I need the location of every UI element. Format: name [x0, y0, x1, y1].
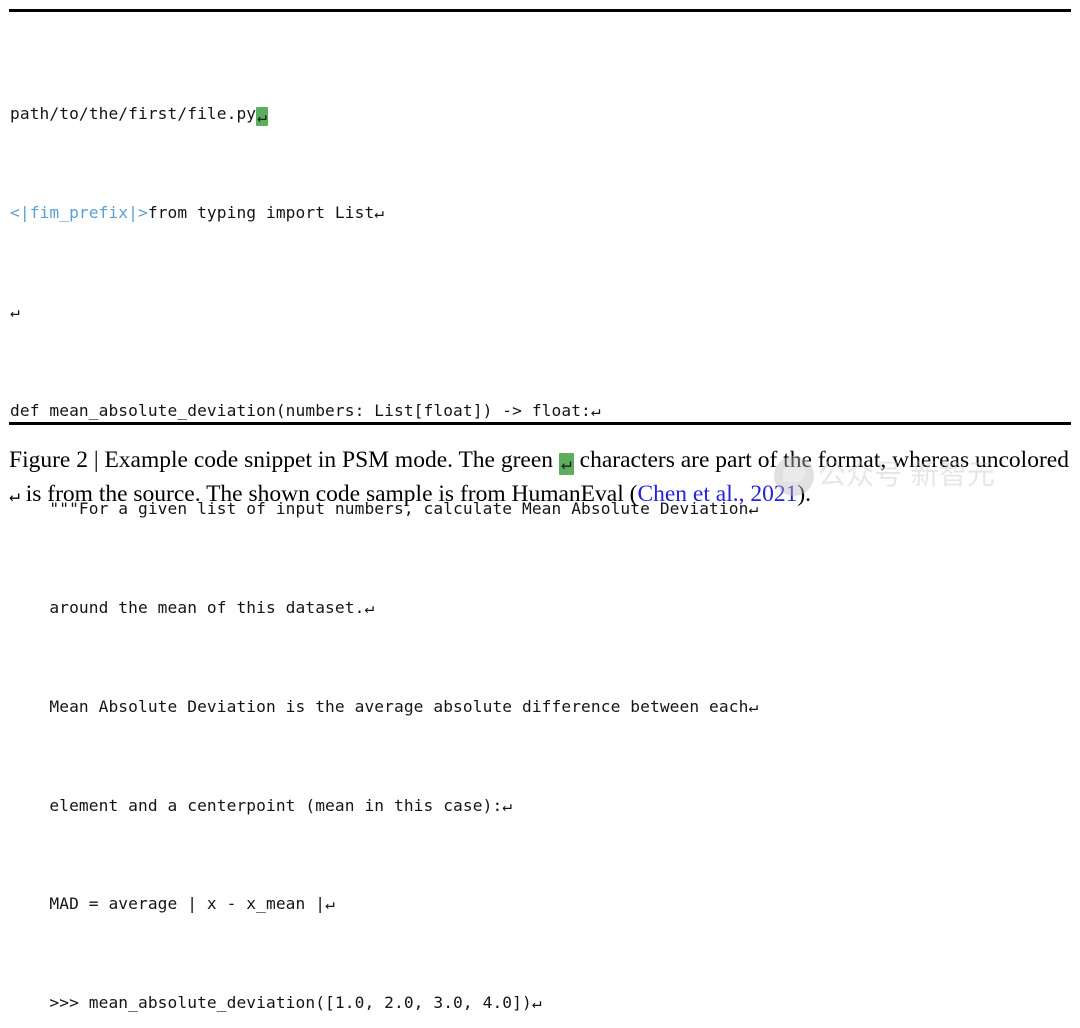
caption-part-2: characters are part of the format, where…	[573, 447, 1069, 473]
source-newline-glyph: ↵	[10, 301, 20, 321]
code-line-10: >>> mean_absolute_deviation([1.0, 2.0, 3…	[10, 991, 1072, 1016]
figure-bottom-rule	[9, 422, 1071, 425]
code-line-1: path/to/the/first/file.py↵	[10, 102, 1072, 127]
code-line-4-text: def mean_absolute_deviation(numbers: Lis…	[10, 400, 591, 420]
caption-format-newline-glyph: ↵	[558, 453, 574, 475]
code-line-10-text: >>> mean_absolute_deviation([1.0, 2.0, 3…	[10, 993, 532, 1013]
caption-part-3: is from the source. The shown code sampl…	[19, 480, 638, 507]
code-line-7-text: Mean Absolute Deviation is the average a…	[10, 696, 749, 716]
figure-2-block: path/to/the/first/file.py↵ <|fim_prefix|…	[0, 0, 1080, 1012]
source-newline-glyph: ↵	[748, 696, 759, 716]
code-line-6-text: around the mean of this dataset.	[10, 598, 365, 618]
code-line-2: <|fim_prefix|>from typing import List↵	[10, 201, 1072, 226]
code-listing: path/to/the/first/file.py↵ <|fim_prefix|…	[10, 28, 1072, 1028]
citation-link-chen-2021[interactable]: Chen et al., 2021	[637, 481, 797, 507]
code-line-1-text: path/to/the/first/file.py	[10, 104, 257, 124]
source-newline-glyph: ↵	[502, 795, 513, 815]
code-line-6: around the mean of this dataset.↵	[10, 596, 1072, 621]
caption-label: Figure 2	[9, 447, 88, 473]
source-newline-glyph: ↵	[364, 598, 375, 618]
fim-prefix-token: <|fim_prefix|>	[10, 202, 148, 222]
code-line-7: Mean Absolute Deviation is the average a…	[10, 695, 1072, 720]
code-line-3: ↵	[10, 300, 1072, 325]
code-line-2-text: from typing import List	[147, 202, 375, 222]
format-newline-glyph: ↵	[256, 107, 269, 127]
caption-source-newline-glyph: ↵	[9, 484, 20, 506]
source-newline-glyph: ↵	[590, 400, 601, 420]
figure-top-rule	[9, 9, 1071, 12]
source-newline-glyph: ↵	[531, 993, 542, 1013]
code-line-8: element and a centerpoint (mean in this …	[10, 794, 1072, 819]
source-newline-glyph: ↵	[374, 202, 385, 222]
source-newline-glyph: ↵	[325, 894, 335, 914]
caption-part-4: ).	[797, 480, 812, 507]
caption-part-1: Example code snippet in PSM mode. The gr…	[104, 447, 559, 473]
code-line-9-text: MAD = average | x - x_mean |	[10, 894, 326, 914]
code-line-9: MAD = average | x - x_mean |↵	[10, 892, 1072, 917]
code-line-8-text: element and a centerpoint (mean in this …	[10, 795, 503, 815]
code-line-4: def mean_absolute_deviation(numbers: Lis…	[10, 399, 1072, 424]
figure-caption: Figure 2 | Example code snippet in PSM m…	[9, 444, 1071, 512]
